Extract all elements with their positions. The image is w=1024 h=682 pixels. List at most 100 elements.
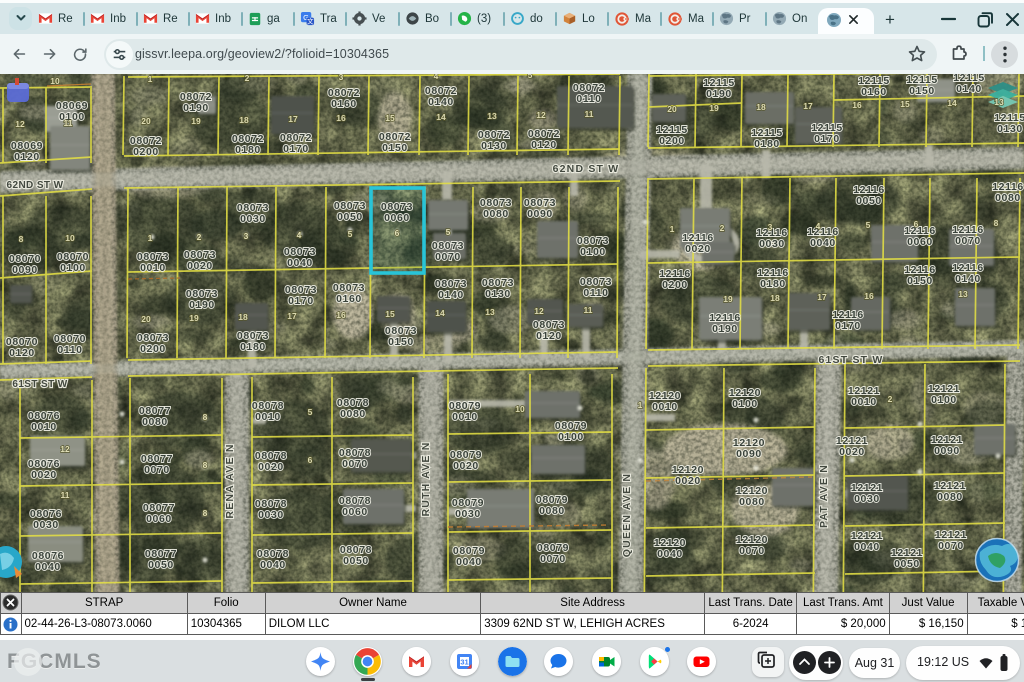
svg-text:0010: 0010 (255, 411, 281, 423)
svg-text:0010: 0010 (140, 262, 166, 274)
svg-text:8: 8 (203, 508, 208, 518)
svg-text:0120: 0120 (9, 347, 35, 359)
svg-text:20: 20 (141, 314, 151, 324)
svg-text:0030: 0030 (258, 509, 284, 521)
svg-text:18: 18 (238, 312, 248, 322)
svg-text:1: 1 (638, 400, 643, 410)
svg-text:0200: 0200 (662, 279, 688, 291)
svg-text:0100: 0100 (931, 394, 957, 406)
svg-text:16: 16 (336, 310, 346, 320)
svg-text:2: 2 (720, 223, 725, 233)
svg-text:0110: 0110 (57, 344, 82, 356)
svg-text:3: 3 (244, 231, 249, 241)
svg-text:11: 11 (585, 109, 594, 119)
svg-text:16: 16 (864, 291, 874, 301)
svg-text:0080: 0080 (539, 505, 565, 517)
svg-text:11: 11 (584, 305, 593, 315)
svg-text:0100: 0100 (60, 262, 86, 274)
svg-text:2: 2 (888, 394, 893, 404)
svg-text:0060: 0060 (384, 212, 410, 224)
svg-text:0160: 0160 (861, 86, 887, 98)
svg-text:61ST ST W: 61ST ST W (818, 354, 883, 366)
svg-text:19: 19 (723, 294, 733, 304)
svg-text:0030: 0030 (455, 508, 481, 520)
svg-text:QUEEN AVE N: QUEEN AVE N (621, 473, 633, 557)
svg-text:5: 5 (446, 227, 451, 237)
svg-text:0010: 0010 (851, 396, 877, 408)
svg-text:0160: 0160 (336, 293, 362, 305)
svg-text:0170: 0170 (814, 133, 840, 145)
svg-text:0200: 0200 (659, 135, 685, 147)
svg-text:1: 1 (148, 74, 153, 84)
svg-text:0070: 0070 (540, 553, 566, 565)
svg-text:0170: 0170 (283, 143, 309, 155)
svg-text:20: 20 (141, 116, 151, 126)
svg-text:0190: 0190 (706, 88, 732, 100)
svg-text:文: 文 (307, 17, 314, 26)
svg-text:2: 2 (245, 74, 250, 83)
svg-text:61ST ST W: 61ST ST W (12, 379, 67, 390)
svg-text:0080: 0080 (483, 208, 509, 220)
svg-text:6: 6 (914, 219, 919, 229)
svg-text:0040: 0040 (260, 559, 286, 571)
svg-text:1: 1 (148, 233, 153, 243)
svg-text:5: 5 (348, 229, 353, 239)
svg-text:10: 10 (65, 233, 75, 243)
svg-text:0120: 0120 (531, 139, 557, 151)
svg-text:10: 10 (50, 76, 60, 86)
svg-text:3: 3 (768, 222, 773, 232)
svg-text:0070: 0070 (144, 464, 170, 476)
svg-text:62ND ST W: 62ND ST W (7, 180, 64, 191)
svg-text:0080: 0080 (340, 408, 366, 420)
svg-text:17: 17 (817, 292, 827, 302)
svg-text:6: 6 (395, 228, 400, 238)
svg-text:16: 16 (852, 100, 862, 110)
svg-text:0110: 0110 (583, 287, 608, 299)
svg-text:0020: 0020 (187, 260, 213, 272)
svg-text:0180: 0180 (240, 341, 266, 353)
svg-text:0010: 0010 (452, 411, 478, 423)
svg-text:0060: 0060 (146, 513, 172, 525)
svg-text:0020: 0020 (258, 461, 284, 473)
svg-text:0060: 0060 (342, 506, 368, 518)
svg-text:11: 11 (64, 118, 73, 128)
svg-text:0140: 0140 (438, 289, 464, 301)
svg-text:18: 18 (239, 115, 249, 125)
svg-text:0050: 0050 (148, 559, 174, 571)
svg-text:0130: 0130 (485, 288, 511, 300)
svg-text:0140: 0140 (955, 273, 981, 285)
svg-text:0030: 0030 (240, 213, 266, 225)
svg-text:0040: 0040 (657, 548, 683, 560)
svg-text:12: 12 (15, 119, 25, 129)
svg-text:5: 5 (308, 407, 313, 417)
svg-text:13: 13 (485, 307, 495, 317)
svg-text:0190: 0190 (189, 299, 215, 311)
svg-text:18: 18 (756, 102, 766, 112)
svg-text:0070: 0070 (435, 251, 461, 263)
svg-text:4: 4 (297, 230, 302, 240)
svg-text:0170: 0170 (835, 320, 861, 332)
svg-text:4: 4 (816, 221, 821, 231)
svg-text:0070: 0070 (739, 545, 765, 557)
svg-text:8: 8 (203, 460, 208, 470)
svg-text:0100: 0100 (580, 246, 606, 258)
svg-text:5: 5 (528, 74, 533, 80)
svg-text:12: 12 (534, 306, 544, 316)
svg-text:0170: 0170 (288, 295, 314, 307)
svg-text:0180: 0180 (754, 138, 780, 150)
svg-text:1: 1 (670, 224, 675, 234)
svg-text:5: 5 (866, 220, 871, 230)
svg-text:0050: 0050 (894, 558, 920, 570)
svg-text:0120: 0120 (536, 330, 562, 342)
svg-text:0150: 0150 (382, 142, 408, 154)
svg-text:0120: 0120 (14, 151, 40, 163)
svg-text:17: 17 (288, 114, 298, 124)
svg-text:14: 14 (947, 98, 957, 108)
svg-text:10: 10 (515, 404, 525, 414)
svg-text:20: 20 (667, 104, 677, 114)
svg-text:0130: 0130 (997, 123, 1023, 135)
svg-text:8: 8 (994, 218, 999, 228)
svg-text:31: 31 (460, 657, 468, 666)
svg-text:0050: 0050 (343, 555, 369, 567)
svg-text:0140: 0140 (428, 96, 454, 108)
